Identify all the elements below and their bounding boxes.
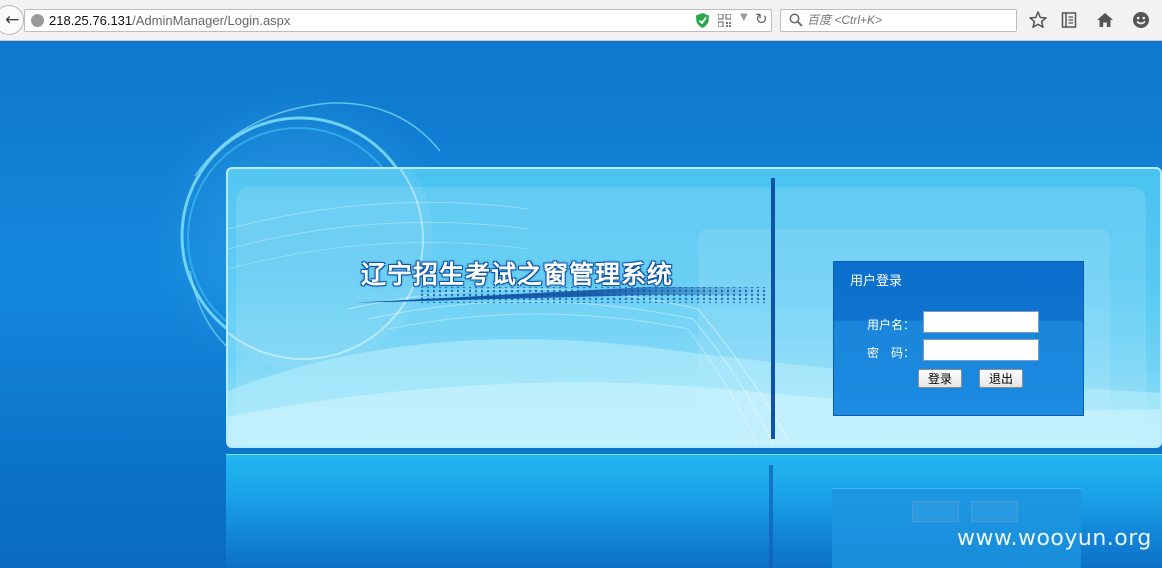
- search-input[interactable]: [807, 13, 1007, 27]
- shield-icon[interactable]: [696, 13, 709, 28]
- reading-list-icon[interactable]: [1060, 11, 1078, 29]
- system-title: 辽宁招生考试之窗管理系统: [361, 260, 674, 289]
- back-button[interactable]: ←: [0, 5, 24, 35]
- back-arrow-icon: ←: [5, 10, 20, 30]
- home-icon[interactable]: [1096, 11, 1114, 29]
- search-icon: [789, 13, 803, 27]
- login-page: 辽宁招生考试之窗管理系统 用户登录 用户名： 密 码： 登录 退出 www.wo…: [0, 41, 1162, 568]
- username-field[interactable]: [923, 311, 1039, 333]
- reflection-divider: [769, 465, 773, 568]
- password-label: 密 码：: [867, 346, 916, 360]
- watermark: www.wooyun.org: [957, 526, 1152, 551]
- smiley-icon[interactable]: [1132, 11, 1150, 29]
- search-bar[interactable]: [780, 9, 1017, 32]
- url-text[interactable]: 218.25.76.131/AdminManager/Login.aspx: [49, 13, 290, 28]
- exit-button[interactable]: 退出: [979, 369, 1023, 388]
- browser-toolbar: ← 218.25.76.131/AdminManager/Login.aspx …: [0, 0, 1162, 41]
- qr-code-icon[interactable]: [718, 14, 731, 27]
- password-field[interactable]: [923, 339, 1039, 361]
- username-label: 用户名：: [867, 318, 916, 332]
- reload-icon[interactable]: ↻: [755, 10, 768, 28]
- login-button[interactable]: 登录: [918, 369, 962, 388]
- url-path: /AdminManager/Login.aspx: [132, 13, 291, 28]
- dropdown-arrow-icon[interactable]: ▼: [740, 12, 748, 23]
- reflection-exit-button: [971, 501, 1018, 522]
- address-bar[interactable]: 218.25.76.131/AdminManager/Login.aspx ▼ …: [24, 9, 772, 32]
- login-panel: 辽宁招生考试之窗管理系统 用户登录 用户名： 密 码： 登录 退出: [226, 167, 1162, 448]
- login-form: 用户登录 用户名： 密 码： 登录 退出: [833, 261, 1084, 416]
- login-title: 用户登录: [850, 274, 903, 289]
- globe-icon: [31, 14, 44, 27]
- url-host: 218.25.76.131: [49, 13, 133, 28]
- panel-divider: [771, 178, 775, 439]
- bookmark-star-icon[interactable]: [1029, 11, 1047, 29]
- reflection-login-button: [912, 501, 959, 522]
